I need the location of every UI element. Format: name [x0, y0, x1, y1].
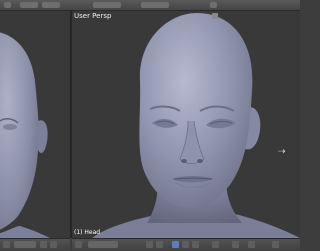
select-icon[interactable] [146, 241, 153, 248]
view-toggle-icon[interactable] [212, 13, 218, 19]
editor-type-icon[interactable] [4, 2, 11, 8]
face-select-icon[interactable] [192, 241, 199, 248]
edge-select-icon[interactable] [182, 241, 189, 248]
right-editor-type-icon[interactable] [75, 241, 82, 248]
right-mode-selector[interactable] [88, 241, 118, 248]
right-viewport-header [72, 238, 300, 251]
render-engine-icon[interactable] [210, 2, 217, 8]
rotate-cursor-icon: ⇢ [278, 147, 286, 157]
scene-selector[interactable] [141, 2, 169, 8]
menu-item-file[interactable] [20, 2, 38, 8]
lock-icon[interactable] [212, 241, 219, 248]
mesh-icon[interactable] [156, 241, 163, 248]
left-head-render [0, 32, 50, 238]
right-object-label: (1) Head [74, 229, 101, 236]
right-viewport-label: User Persp [74, 12, 112, 20]
vertex-select-icon[interactable] [172, 241, 179, 248]
top-header-bar [0, 0, 300, 11]
screen-layout-selector[interactable] [93, 2, 121, 8]
left-shading-icon[interactable] [40, 241, 47, 248]
right-3d-viewport[interactable]: User Persp ⇢ (1) Head [72, 11, 300, 238]
menu-item-render[interactable] [42, 2, 60, 8]
left-mode-selector[interactable] [14, 241, 36, 248]
left-editor-type-icon[interactable] [3, 241, 10, 248]
left-3d-viewport[interactable] [0, 11, 70, 238]
right-head-render [92, 13, 300, 238]
snap-icon[interactable] [232, 241, 239, 248]
left-viewport-header [0, 238, 70, 251]
proportional-edit-icon[interactable] [248, 241, 255, 248]
layer-icon[interactable] [272, 241, 279, 248]
left-pivot-icon[interactable] [50, 241, 57, 248]
